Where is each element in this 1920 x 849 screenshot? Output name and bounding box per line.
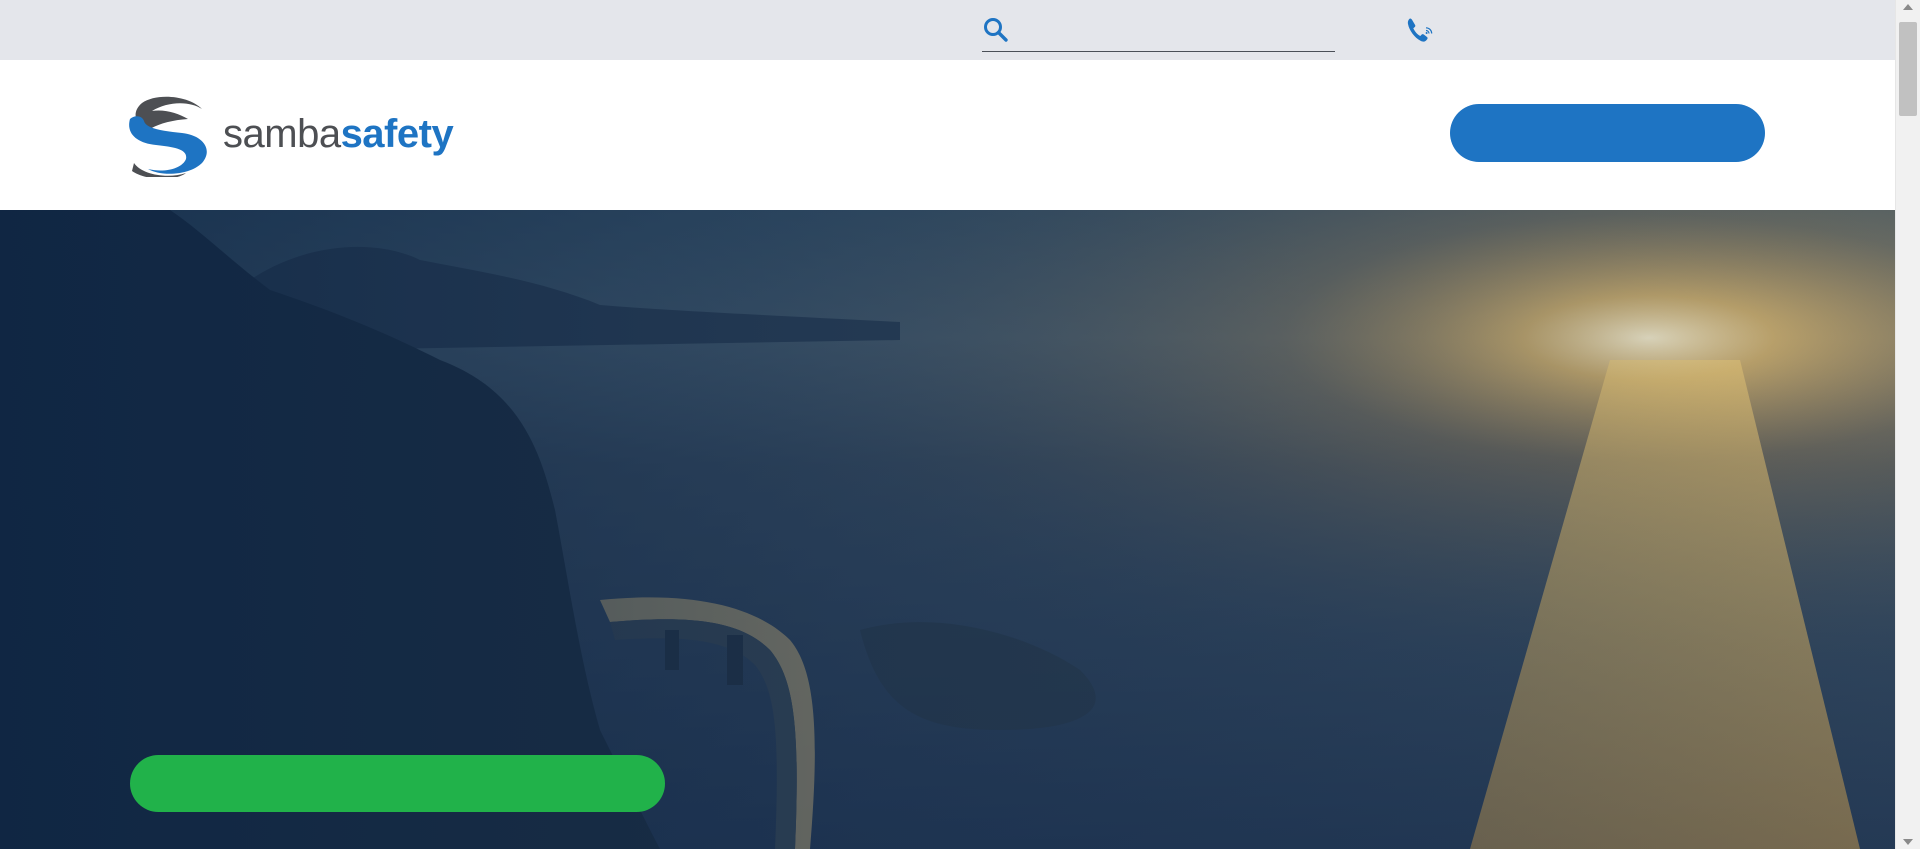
vertical-scrollbar[interactable] [1895,0,1920,849]
logo-s-mark-icon [129,96,207,177]
scrollbar-thumb[interactable] [1899,22,1917,116]
logo-wordmark: sambasafety [223,110,454,158]
site-header: sambasafety [0,60,1895,210]
utility-bar [0,0,1895,60]
search-box[interactable] [982,14,1335,52]
phone-icon[interactable] [1405,15,1437,45]
logo-text-samba: samba [223,112,341,156]
phone-link[interactable] [1405,15,1437,45]
hero-background-image [0,210,1895,849]
search-icon[interactable] [982,16,1010,44]
scroll-up-arrow-icon[interactable] [1903,4,1913,10]
page: sambasafety [0,0,1895,849]
samba-safety-logo[interactable]: sambasafety [128,93,473,178]
search-input[interactable] [1018,18,1332,48]
scroll-down-arrow-icon[interactable] [1903,839,1913,845]
header-cta-button[interactable] [1450,104,1765,162]
logo-text-safety: safety [340,112,454,156]
hero-section [0,210,1895,849]
hero-cta-button[interactable] [130,755,665,812]
